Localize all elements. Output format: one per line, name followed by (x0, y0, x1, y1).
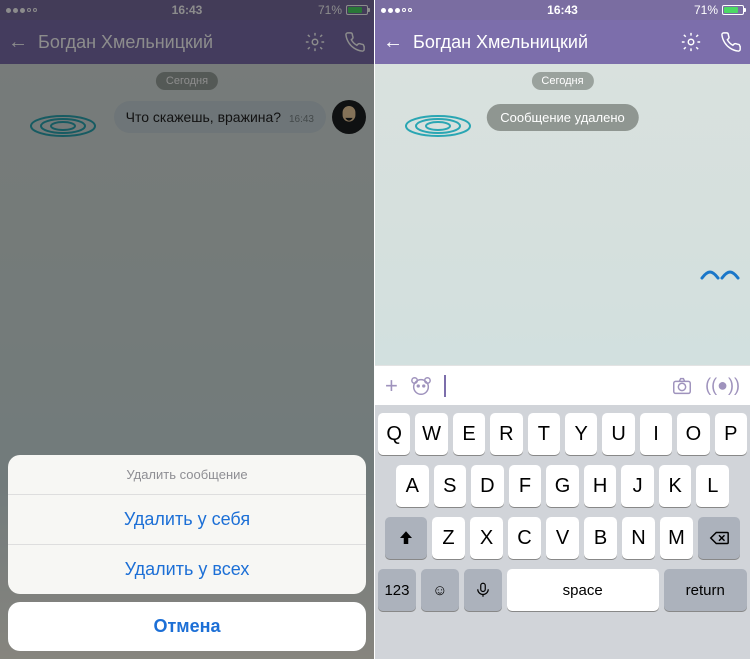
key-p[interactable]: P (715, 413, 747, 455)
avatar[interactable] (332, 100, 366, 134)
kbd-row-3: ZXCVBNM (378, 517, 747, 559)
back-icon[interactable]: ← (383, 31, 403, 54)
key-a[interactable]: A (396, 465, 429, 507)
keyboard: QWERTYUIOP ASDFGHJKL ZXCVBNM 123 ☺ space… (375, 405, 750, 659)
shift-key[interactable] (385, 517, 427, 559)
delete-for-all-button[interactable]: Удалить у всех (8, 545, 366, 594)
key-v[interactable]: V (546, 517, 579, 559)
cancel-button[interactable]: Отмена (8, 602, 366, 651)
gear-icon[interactable] (304, 31, 326, 53)
phone-left: 16:43 71% ← Богдан Хмельницкий Сегодня Ч… (0, 0, 375, 659)
key-g[interactable]: G (546, 465, 579, 507)
gear-icon[interactable] (680, 31, 702, 53)
message-input-bar: + ((●)) (375, 365, 750, 405)
deleted-badge: Сообщение удалено (486, 104, 638, 131)
message-time: 16:43 (289, 114, 314, 125)
battery-icon (346, 5, 368, 15)
day-badge: Сегодня (156, 72, 218, 90)
message-row[interactable]: Что скажешь, вражина? 16:43 (114, 100, 366, 134)
signal-dots (6, 8, 37, 13)
key-d[interactable]: D (471, 465, 504, 507)
key-w[interactable]: W (415, 413, 447, 455)
return-key[interactable]: return (664, 569, 747, 611)
chat-header: ← Богдан Хмельницкий (0, 20, 374, 64)
dictation-key[interactable] (464, 569, 502, 611)
key-i[interactable]: I (640, 413, 672, 455)
status-time: 16:43 (547, 3, 578, 17)
voice-icon[interactable]: ((●)) (705, 375, 740, 396)
status-bar: 16:43 71% (375, 0, 750, 20)
key-h[interactable]: H (584, 465, 617, 507)
chat-area-right: Сегодня Сообщение удалено + ((●)) QWERTY… (375, 64, 750, 659)
key-y[interactable]: Y (565, 413, 597, 455)
attach-icon[interactable]: + (385, 373, 398, 399)
camera-icon[interactable] (671, 375, 693, 397)
key-r[interactable]: R (490, 413, 522, 455)
sticker-icon[interactable] (410, 375, 432, 397)
kbd-row-4: 123 ☺ space return (378, 569, 747, 611)
key-l[interactable]: L (696, 465, 729, 507)
numbers-key[interactable]: 123 (378, 569, 416, 611)
phone-right: 16:43 71% ← Богдан Хмельницкий Сегодня С… (375, 0, 750, 659)
key-u[interactable]: U (602, 413, 634, 455)
key-s[interactable]: S (434, 465, 467, 507)
day-badge: Сегодня (531, 72, 593, 90)
call-icon[interactable] (344, 31, 366, 53)
action-sheet: Удалить сообщение Удалить у себя Удалить… (8, 455, 366, 651)
key-o[interactable]: O (677, 413, 709, 455)
battery-pct: 71% (318, 3, 342, 17)
sheet-title: Удалить сообщение (8, 455, 366, 495)
key-x[interactable]: X (470, 517, 503, 559)
key-z[interactable]: Z (432, 517, 465, 559)
message-text: Что скажешь, вражина? (126, 109, 281, 125)
key-b[interactable]: B (584, 517, 617, 559)
status-time: 16:43 (172, 3, 203, 17)
delete-for-me-button[interactable]: Удалить у себя (8, 495, 366, 545)
message-bubble: Что скажешь, вражина? 16:43 (114, 101, 326, 133)
key-q[interactable]: Q (378, 413, 410, 455)
key-t[interactable]: T (528, 413, 560, 455)
backspace-key[interactable] (698, 517, 740, 559)
chat-header: ← Богдан Хмельницкий (375, 20, 750, 64)
contact-name[interactable]: Богдан Хмельницкий (413, 32, 670, 53)
contact-name[interactable]: Богдан Хмельницкий (38, 32, 294, 53)
kbd-row-1: QWERTYUIOP (378, 413, 747, 455)
battery-icon (722, 5, 744, 15)
key-n[interactable]: N (622, 517, 655, 559)
back-icon[interactable]: ← (8, 31, 28, 54)
space-key[interactable]: space (507, 569, 659, 611)
status-bar: 16:43 71% (0, 0, 374, 20)
key-m[interactable]: M (660, 517, 693, 559)
emoji-key[interactable]: ☺ (421, 569, 459, 611)
call-icon[interactable] (720, 31, 742, 53)
key-j[interactable]: J (621, 465, 654, 507)
kbd-row-2: ASDFGHJKL (378, 465, 747, 507)
signal-dots (381, 8, 412, 13)
key-k[interactable]: K (659, 465, 692, 507)
message-input[interactable] (444, 375, 659, 397)
key-f[interactable]: F (509, 465, 542, 507)
battery-pct: 71% (694, 3, 718, 17)
key-e[interactable]: E (453, 413, 485, 455)
key-c[interactable]: C (508, 517, 541, 559)
